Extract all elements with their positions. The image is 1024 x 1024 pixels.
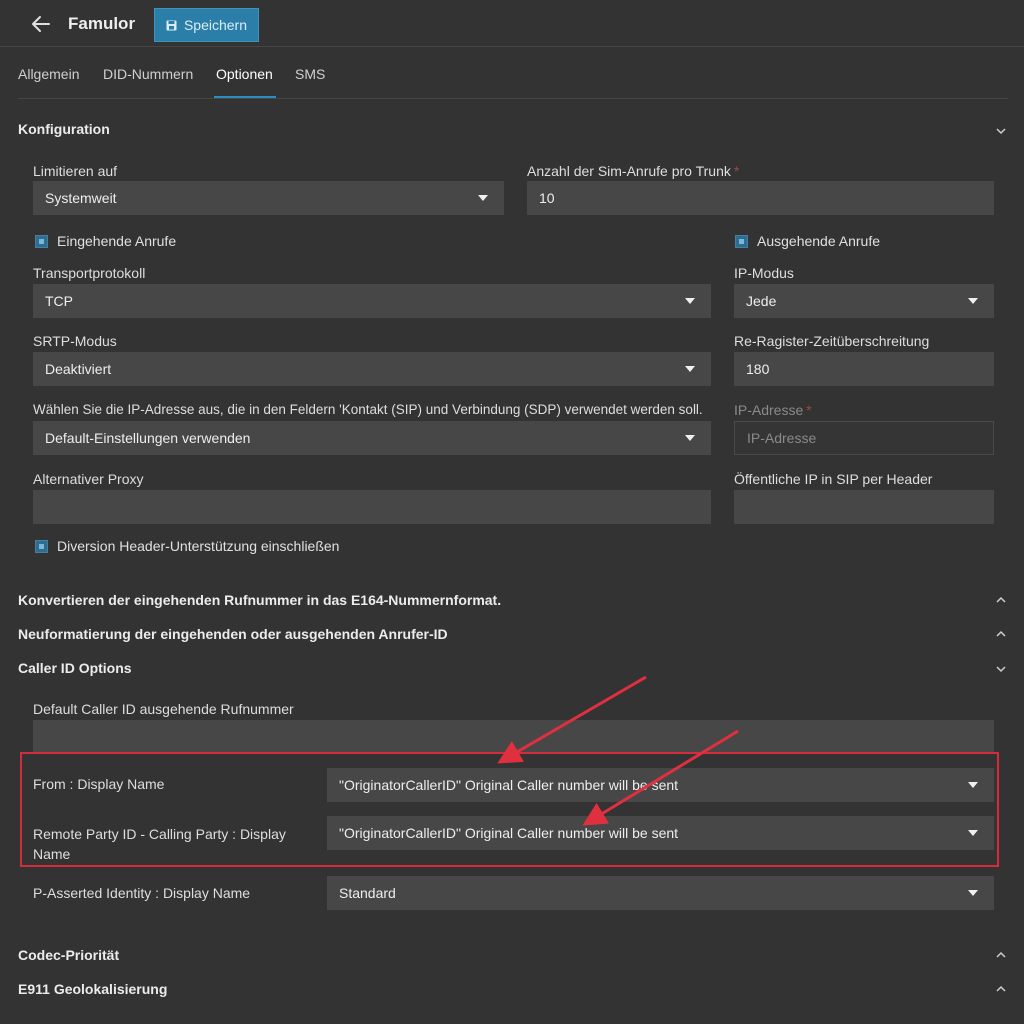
save-icon (166, 20, 177, 30)
chevron-up-icon[interactable] (995, 949, 1007, 961)
ip-select[interactable]: Default-Einstellungen verwenden (33, 421, 711, 455)
chevron-down-icon[interactable] (995, 125, 1007, 137)
highlight-box (20, 752, 999, 867)
limit-label: Limitieren auf (33, 163, 118, 179)
incoming-calls-checkbox[interactable] (35, 235, 48, 248)
section-title-e911[interactable]: E911 Geolokalisierung (18, 981, 167, 997)
chevron-up-icon[interactable] (995, 983, 1007, 995)
ip-select-label: Wählen Sie die IP-Adresse aus, die in de… (33, 402, 703, 417)
ip-mode-select[interactable]: Jede (734, 284, 994, 318)
caret-down-icon (685, 366, 695, 372)
tabs-divider (18, 98, 1008, 99)
section-title-codec[interactable]: Codec-Priorität (18, 947, 119, 963)
public-ip-input[interactable] (734, 490, 994, 524)
limit-value: Systemweit (45, 190, 117, 206)
sim-calls-value: 10 (539, 190, 555, 206)
outgoing-calls-label: Ausgehende Anrufe (757, 233, 880, 249)
chevron-up-icon[interactable] (995, 628, 1007, 640)
pai-display-select[interactable]: Standard (327, 876, 994, 910)
section-title-konfiguration[interactable]: Konfiguration (18, 121, 110, 137)
caret-down-icon (478, 195, 488, 201)
save-button[interactable]: Speichern (154, 8, 259, 42)
ip-mode-value: Jede (746, 293, 777, 309)
diversion-checkbox[interactable] (35, 540, 48, 553)
srtp-label: SRTP-Modus (33, 333, 117, 349)
alt-proxy-input[interactable] (33, 490, 711, 524)
default-caller-input[interactable] (33, 720, 994, 754)
tab-allgemein[interactable]: Allgemein (18, 66, 79, 82)
header-divider (0, 46, 1024, 47)
ip-address-input[interactable]: IP-Adresse (734, 421, 994, 455)
reregister-label: Re-Ragister-Zeitüberschreitung (734, 333, 930, 349)
ip-mode-label: IP-Modus (734, 265, 794, 281)
ip-select-value: Default-Einstellungen verwenden (45, 430, 251, 446)
diversion-label: Diversion Header-Unterstützung einschlie… (57, 538, 340, 554)
limit-select[interactable]: Systemweit (33, 181, 504, 215)
chevron-down-icon[interactable] (995, 663, 1007, 675)
transport-value: TCP (45, 293, 73, 309)
chevron-up-icon[interactable] (995, 594, 1007, 606)
transport-select[interactable]: TCP (33, 284, 711, 318)
caret-down-icon (685, 435, 695, 441)
tab-optionen[interactable]: Optionen (216, 66, 273, 82)
outgoing-calls-checkbox[interactable] (735, 235, 748, 248)
caret-down-icon (968, 890, 978, 896)
caret-down-icon (968, 298, 978, 304)
section-title-caller-id[interactable]: Caller ID Options (18, 660, 132, 676)
reregister-input[interactable]: 180 (734, 352, 994, 386)
pai-display-value: Standard (339, 885, 396, 901)
app-title: Famulor (68, 14, 136, 33)
sim-calls-input[interactable]: 10 (527, 181, 994, 215)
ip-address-placeholder: IP-Adresse (747, 430, 817, 446)
save-button-label: Speichern (183, 17, 248, 33)
alt-proxy-label: Alternativer Proxy (33, 471, 144, 487)
tab-sms[interactable]: SMS (295, 66, 325, 82)
srtp-value: Deaktiviert (45, 361, 112, 377)
section-title-e164[interactable]: Konvertieren der eingehenden Rufnummer i… (18, 592, 501, 608)
transport-label: Transportprotokoll (33, 265, 146, 281)
default-caller-label: Default Caller ID ausgehende Rufnummer (33, 701, 294, 717)
incoming-calls-label: Eingehende Anrufe (57, 233, 177, 249)
active-tab-indicator (214, 96, 276, 98)
pai-display-label: P-Asserted Identity : Display Name (33, 885, 251, 901)
ip-address-label: IP-Adresse * (734, 402, 812, 418)
caret-down-icon (685, 298, 695, 304)
back-arrow-icon[interactable] (30, 13, 52, 35)
srtp-select[interactable]: Deaktiviert (33, 352, 711, 386)
tab-did-nummern[interactable]: DID-Nummern (103, 66, 193, 82)
public-ip-label: Öffentliche IP in SIP per Header (734, 471, 933, 487)
sim-calls-label: Anzahl der Sim-Anrufe pro Trunk * (527, 163, 740, 179)
section-title-reformat[interactable]: Neuformatierung der eingehenden oder aus… (18, 626, 448, 642)
reregister-value: 180 (746, 361, 770, 377)
